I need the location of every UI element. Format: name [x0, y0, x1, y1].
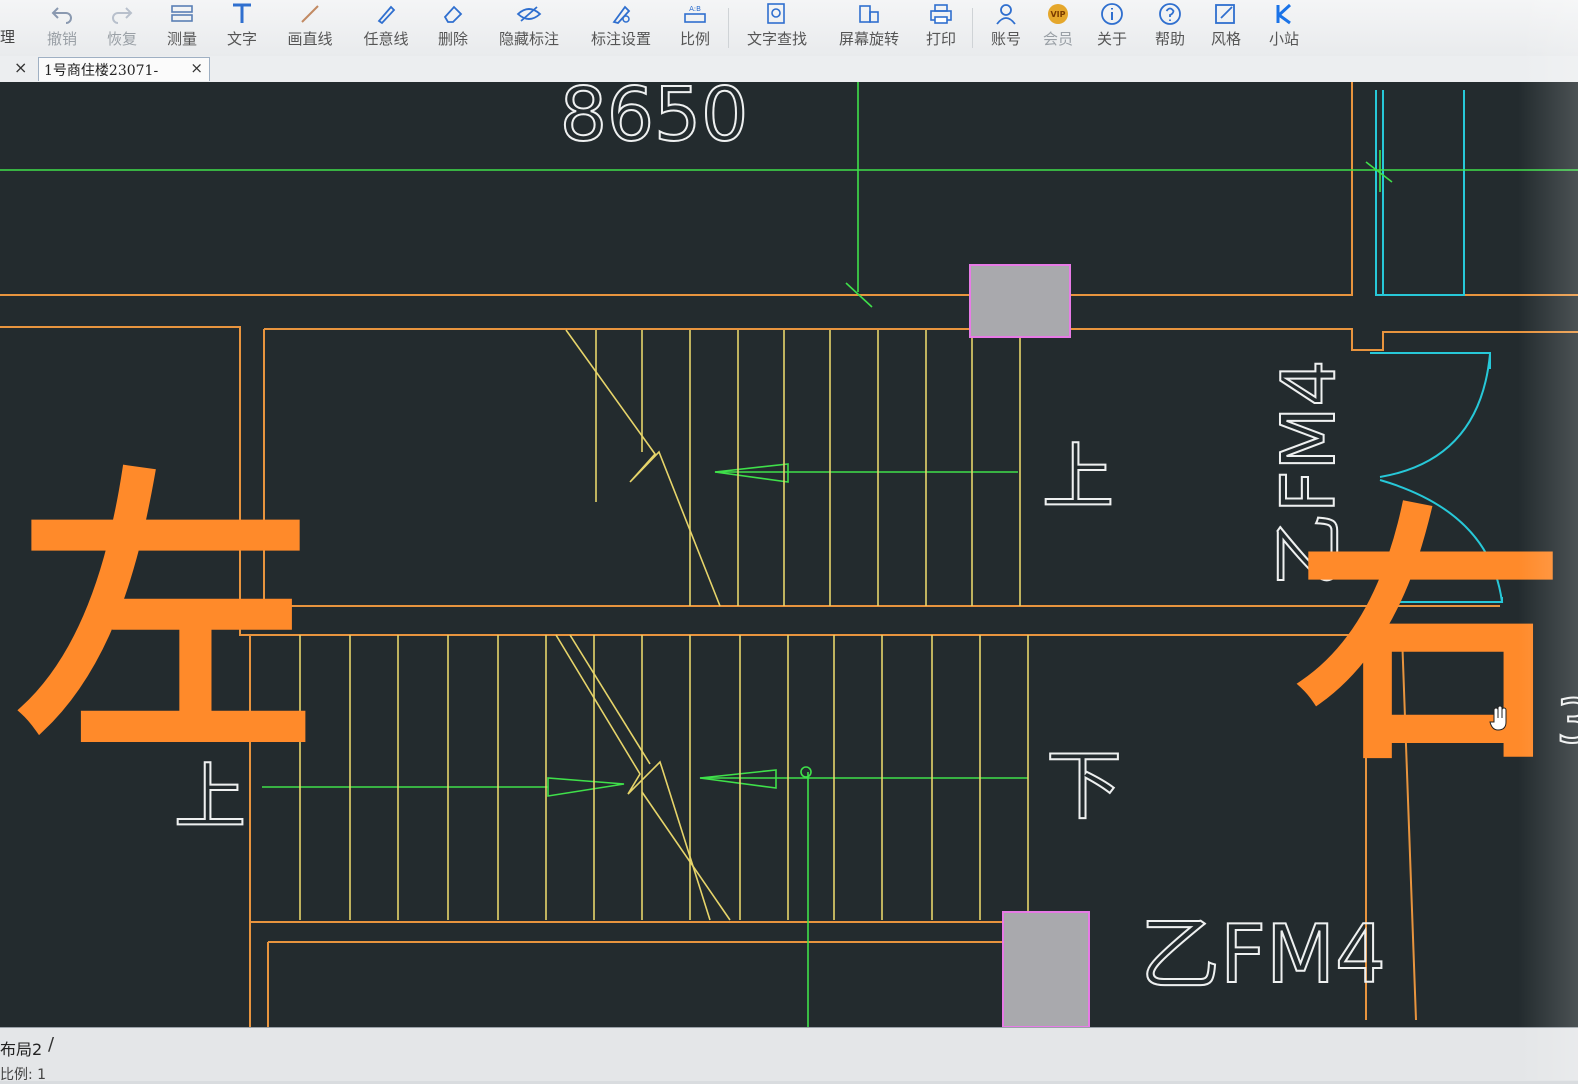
redo-button[interactable]: 恢复 [100, 2, 144, 52]
svg-text:VIP: VIP [1050, 10, 1065, 19]
close-icon[interactable]: × [14, 58, 27, 77]
info-icon [1101, 3, 1123, 25]
column [969, 264, 1071, 338]
handwritten-left-label: 左 [16, 444, 316, 793]
annotation-settings-icon [612, 5, 631, 25]
rotate-screen-icon [859, 5, 879, 23]
undo-icon [51, 7, 72, 24]
k-site-icon [1276, 3, 1292, 25]
delete-button[interactable]: 删除 [430, 2, 476, 52]
text-icon [233, 3, 251, 23]
toolbar: 理 撤销 恢复 测量 文字 画直线 任意线 删除 隐藏标注 标注设置 A:B 比… [0, 0, 1578, 57]
line-icon [301, 5, 319, 23]
vip-icon: VIP [1048, 4, 1068, 24]
annotation-settings-button[interactable]: 标注设置 [584, 2, 658, 52]
dimension-text: 8650 [560, 82, 748, 158]
pen-icon [377, 5, 396, 25]
account-button[interactable]: 账号 [984, 2, 1028, 52]
toolbar-separator [728, 8, 729, 48]
scale-button[interactable]: A:B 比例 [672, 2, 718, 52]
draw-line-button[interactable]: 画直线 [280, 2, 340, 52]
scale-icon: A:B [684, 5, 706, 23]
door-code-bottom: 乙FM4 [1140, 908, 1386, 1001]
tab-divider: / [48, 1034, 55, 1055]
status-bar: 比例: 1 [0, 1067, 47, 1083]
style-icon [1215, 4, 1235, 24]
toolbar-cut-label: 理 [0, 28, 16, 46]
stair-treads [299, 329, 1029, 921]
print-icon [930, 4, 952, 24]
measure-button[interactable]: 测量 [160, 2, 204, 52]
stair-up-label: 上 [1042, 435, 1114, 519]
text-search-icon [767, 3, 785, 24]
cad-drawing: 8650 上 下 上 乙FM4 乙FM4 3 左 右 [0, 82, 1578, 1027]
site-button[interactable]: 小站 [1262, 2, 1306, 52]
drawing-canvas[interactable]: 8650 上 下 上 乙FM4 乙FM4 3 左 右 [0, 82, 1578, 1027]
tab-title: 1号商住楼23071- [44, 63, 159, 79]
freehand-line-button[interactable]: 任意线 [356, 2, 416, 52]
layout-tab[interactable]: 布局2 [0, 1036, 42, 1060]
undo-button[interactable]: 撤销 [40, 2, 84, 52]
redo-icon [112, 7, 133, 24]
vip-button[interactable]: VIP 会员 [1036, 2, 1080, 52]
measure-icon [171, 5, 193, 22]
text-search-button[interactable]: 文字查找 [740, 2, 814, 52]
column [1002, 911, 1090, 1027]
about-button[interactable]: 关于 [1090, 2, 1134, 52]
toolbar-separator [972, 8, 973, 48]
stair-down-label: 下 [1046, 741, 1122, 830]
hide-annotation-button[interactable]: 隐藏标注 [492, 2, 566, 52]
print-button[interactable]: 打印 [918, 2, 964, 52]
style-button[interactable]: 风格 [1204, 2, 1248, 52]
help-button[interactable]: 帮助 [1148, 2, 1192, 52]
user-icon [996, 4, 1016, 25]
eraser-icon [443, 5, 463, 23]
close-icon[interactable]: × [190, 59, 203, 77]
handwritten-right-label: 右 [1295, 481, 1565, 796]
rotate-screen-button[interactable]: 屏幕旋转 [832, 2, 906, 52]
svg-text:A:B: A:B [689, 5, 701, 13]
layout-bar: 布局2 / 比例: 1 [0, 1027, 1578, 1083]
tab-strip: × 1号商住楼23071- × [0, 56, 1578, 83]
text-button[interactable]: 文字 [220, 2, 264, 52]
tab-drawing-file[interactable]: 1号商住楼23071- × [38, 57, 210, 81]
help-icon [1159, 3, 1181, 25]
eye-hide-icon [516, 6, 542, 22]
